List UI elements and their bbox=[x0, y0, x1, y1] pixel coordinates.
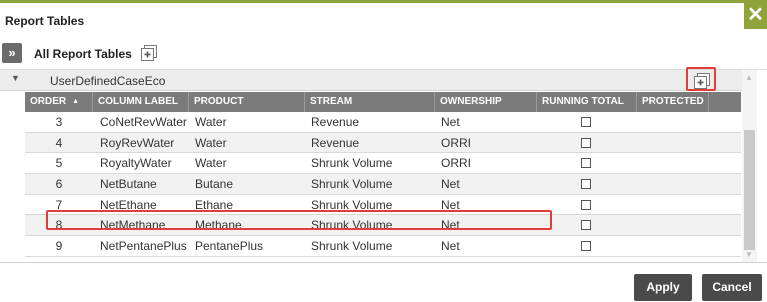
running-total-checkbox[interactable] bbox=[581, 158, 591, 169]
column-header-stream[interactable]: STREAM bbox=[305, 92, 435, 112]
cell-ownership: ORRI bbox=[441, 135, 471, 150]
cell-stream: Revenue bbox=[311, 135, 360, 150]
group-row[interactable]: ▼ UserDefinedCaseEco bbox=[0, 70, 742, 91]
report-table-panel: ▼ UserDefinedCaseEco ORDER ▲ COLUMN LABEL… bbox=[0, 69, 767, 263]
expand-panel-button[interactable]: » bbox=[2, 43, 22, 63]
vertical-scrollbar[interactable]: ▲ ▼ bbox=[742, 70, 757, 263]
scroll-thumb[interactable] bbox=[744, 130, 755, 250]
cell-stream: Revenue bbox=[311, 115, 360, 129]
toolbar-title: All Report Tables bbox=[34, 47, 132, 61]
cell-product: Water bbox=[195, 115, 227, 129]
group-label: UserDefinedCaseEco bbox=[50, 74, 166, 88]
top-accent-bar bbox=[0, 0, 767, 3]
cell-column-label: NetPentanePlus bbox=[100, 238, 187, 253]
running-total-checkbox[interactable] bbox=[581, 178, 591, 189]
table-row[interactable]: 3 CoNetRevWater Water Revenue Net bbox=[25, 112, 741, 133]
column-header-ownership[interactable]: OWNERSHIP bbox=[435, 92, 537, 112]
cell-order: 7 bbox=[55, 197, 63, 212]
cell-order: 3 bbox=[55, 115, 63, 129]
cell-product: Water bbox=[195, 135, 227, 150]
sort-ascending-icon[interactable]: ▲ bbox=[72, 92, 79, 112]
cell-product: Water bbox=[195, 156, 227, 171]
cell-ownership: Net bbox=[441, 115, 460, 129]
column-header-running-total[interactable]: RUNNING TOTAL bbox=[537, 92, 637, 112]
cell-stream: Shrunk Volume bbox=[311, 218, 393, 233]
cell-ownership: Net bbox=[441, 197, 460, 212]
table-row[interactable]: 5 RoyaltyWater Water Shrunk Volume ORRI bbox=[25, 153, 741, 174]
running-total-checkbox[interactable] bbox=[581, 199, 591, 210]
cell-product: Butane bbox=[195, 176, 234, 191]
cell-ownership: Net bbox=[441, 218, 460, 233]
cancel-button[interactable]: Cancel bbox=[702, 274, 762, 301]
close-button[interactable]: ✕ bbox=[744, 3, 767, 29]
table-body: 3 CoNetRevWater Water Revenue Net 4 RoyR… bbox=[25, 112, 741, 257]
running-total-checkbox[interactable] bbox=[581, 220, 591, 231]
dialog-footer: Apply Cancel bbox=[0, 262, 767, 302]
scroll-up-icon[interactable]: ▲ bbox=[745, 73, 753, 82]
table-row[interactable]: 4 RoyRevWater Water Revenue ORRI bbox=[25, 132, 741, 154]
toolbar: » All Report Tables bbox=[0, 41, 767, 67]
cell-product: Methane bbox=[195, 218, 242, 233]
cell-column-label: NetMethane bbox=[100, 218, 166, 233]
running-total-checkbox[interactable] bbox=[581, 137, 591, 148]
cell-ownership: ORRI bbox=[441, 156, 471, 171]
cell-ownership: Net bbox=[441, 176, 460, 191]
dialog-title: Report Tables bbox=[5, 14, 85, 28]
close-icon[interactable]: ✕ bbox=[747, 4, 764, 26]
cell-stream: Shrunk Volume bbox=[311, 156, 393, 171]
column-header-product[interactable]: PRODUCT bbox=[189, 92, 305, 112]
cell-column-label: NetEthane bbox=[100, 197, 157, 212]
cell-stream: Shrunk Volume bbox=[311, 197, 393, 212]
table-row[interactable]: 8 NetMethane Methane Shrunk Volume Net bbox=[25, 215, 741, 236]
cell-order: 5 bbox=[55, 156, 63, 171]
double-chevron-right-icon[interactable]: » bbox=[8, 45, 15, 60]
collapse-caret-icon[interactable]: ▼ bbox=[11, 73, 20, 83]
apply-button[interactable]: Apply bbox=[634, 274, 692, 301]
cell-column-label: NetButane bbox=[100, 176, 157, 191]
add-table-icon[interactable] bbox=[141, 45, 157, 61]
column-header-order[interactable]: ORDER ▲ bbox=[25, 92, 93, 112]
cell-ownership: Net bbox=[441, 238, 460, 253]
cell-column-label: RoyaltyWater bbox=[100, 156, 172, 171]
cell-product: Ethane bbox=[195, 197, 234, 212]
scroll-down-icon[interactable]: ▼ bbox=[745, 250, 753, 259]
cell-order: 6 bbox=[55, 176, 63, 191]
table-row[interactable]: 6 NetButane Butane Shrunk Volume Net bbox=[25, 173, 741, 195]
running-total-checkbox[interactable] bbox=[581, 240, 591, 251]
column-header-protected[interactable]: PROTECTED bbox=[637, 92, 709, 112]
cell-column-label: CoNetRevWater bbox=[100, 115, 187, 129]
column-header-column-label[interactable]: COLUMN LABEL bbox=[93, 92, 189, 112]
cell-stream: Shrunk Volume bbox=[311, 238, 393, 253]
cell-order: 4 bbox=[55, 135, 63, 150]
table-header: ORDER ▲ COLUMN LABEL PRODUCT STREAM OWNER… bbox=[25, 92, 741, 112]
cell-order: 8 bbox=[55, 218, 63, 233]
running-total-checkbox[interactable] bbox=[581, 117, 591, 127]
add-row-icon[interactable] bbox=[694, 73, 710, 89]
cell-column-label: RoyRevWater bbox=[100, 135, 175, 150]
cell-product: PentanePlus bbox=[195, 238, 264, 253]
table-row[interactable]: 9 NetPentanePlus PentanePlus Shrunk Volu… bbox=[25, 236, 741, 257]
table-row[interactable]: 7 NetEthane Ethane Shrunk Volume Net bbox=[25, 195, 741, 216]
cell-stream: Shrunk Volume bbox=[311, 176, 393, 191]
cell-order: 9 bbox=[55, 238, 63, 253]
